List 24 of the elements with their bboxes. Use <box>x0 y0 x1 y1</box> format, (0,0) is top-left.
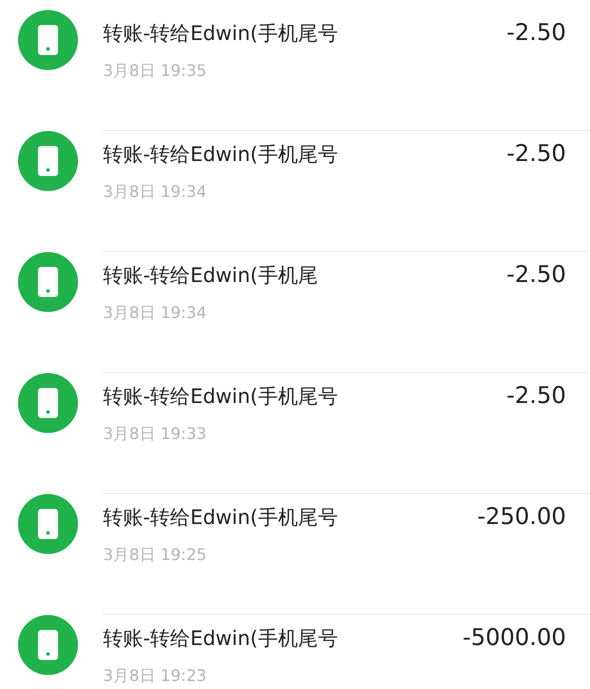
phone-icon <box>18 373 78 433</box>
transaction-time: 3月8日 19:34 <box>103 302 208 324</box>
phone-icon <box>18 494 78 554</box>
amount: -2.50 <box>506 261 566 290</box>
phone-icon <box>18 131 78 191</box>
transaction-title: 转账-转给Edwin(手机尾号 <box>103 141 338 168</box>
transaction-time: 3月8日 19:25 <box>103 544 208 566</box>
amount: -2.50 <box>506 19 566 48</box>
transaction-time: 3月8日 19:34 <box>103 180 208 202</box>
phone-icon <box>18 615 78 675</box>
transaction-time: 3月8日 19:23 <box>103 664 208 686</box>
transaction-title: 转账-转给Edwin(手机尾号 <box>103 625 338 652</box>
amount: -250.00 <box>477 503 566 532</box>
transaction-title: 转账-转给Edwin(手机尾号 <box>103 20 338 48</box>
transaction-title: 转账-转给Edwin(手机尾号 <box>103 383 338 410</box>
amount: -2.50 <box>506 382 566 411</box>
transaction-time: 3月8日 19:35 <box>103 60 208 82</box>
transaction-title: 转账-转给Edwin(手机尾号 <box>103 504 338 532</box>
transaction-time: 3月8日 19:33 <box>103 422 208 444</box>
amount: -2.50 <box>506 140 566 169</box>
transaction-title: 转账-转给Edwin(手机尾 <box>103 262 318 290</box>
phone-icon <box>18 252 78 312</box>
phone-icon <box>18 10 78 70</box>
amount: -5000.00 <box>462 624 566 653</box>
